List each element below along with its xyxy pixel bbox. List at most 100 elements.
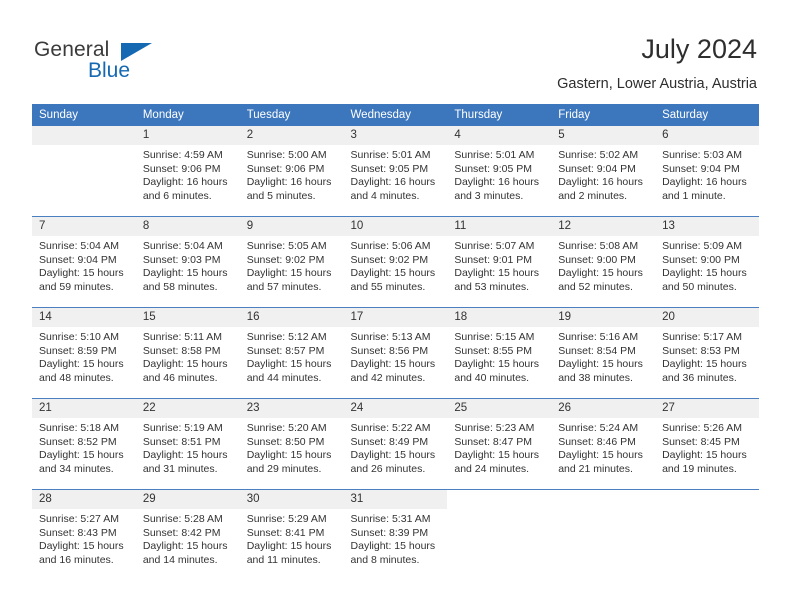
calendar-day-cell[interactable]: 10 Sunrise: 5:06 AM Sunset: 9:02 PM Dayligh… xyxy=(343,216,448,308)
calendar-day-cell[interactable]: 8 Sunrise: 5:04 AM Sunset: 9:03 PM Daylight… xyxy=(135,216,240,308)
daylight-text: Daylight: 15 hours and 38 minutes. xyxy=(558,358,643,384)
general-blue-logo[interactable]: General Blue xyxy=(34,38,214,90)
day-sun-info: Sunrise: 5:18 AM Sunset: 8:52 PM Daylight:… xyxy=(32,418,136,476)
calendar-header-row: Sunday Monday Tuesday Wednesday Thursday Frid… xyxy=(32,104,759,126)
day-number: 15 xyxy=(135,308,240,327)
logo-text-blue: Blue xyxy=(88,59,131,82)
calendar-day-cell[interactable]: 24 Sunrise: 5:22 AM Sunset: 8:49 PM Dayligh… xyxy=(343,398,448,490)
calendar-day-cell[interactable]: 22 Sunrise: 5:19 AM Sunset: 8:51 PM Dayligh… xyxy=(135,398,240,490)
day-sun-info: Sunrise: 5:23 AM Sunset: 8:47 PM Daylight:… xyxy=(447,418,551,476)
day-sun-info: Sunrise: 5:01 AM Sunset: 9:05 PM Daylight:… xyxy=(344,145,448,203)
sunrise-text: Sunrise: 5:19 AM xyxy=(142,422,223,434)
calendar-day-cell[interactable]: 14 Sunrise: 5:10 AM Sunset: 8:59 PM Dayligh… xyxy=(32,307,136,399)
calendar-day-cell[interactable]: 2 Sunrise: 5:00 AM Sunset: 9:06 PM Daylight… xyxy=(239,126,344,217)
daylight-text: Daylight: 15 hours and 8 minutes. xyxy=(350,540,436,566)
daylight-text: Daylight: 15 hours and 34 minutes. xyxy=(39,449,124,475)
sunrise-text: Sunrise: 5:17 AM xyxy=(662,331,743,343)
sunrise-text: Sunrise: 5:12 AM xyxy=(246,331,327,343)
calendar-day-cell[interactable]: 26 Sunrise: 5:24 AM Sunset: 8:46 PM Dayligh… xyxy=(551,398,656,490)
sunrise-text: Sunrise: 5:23 AM xyxy=(454,422,535,434)
calendar-day-cell[interactable]: 12 Sunrise: 5:08 AM Sunset: 9:00 PM Dayligh… xyxy=(551,216,656,308)
daylight-text: Daylight: 15 hours and 52 minutes. xyxy=(558,267,643,293)
calendar-day-cell[interactable]: 28 Sunrise: 5:27 AM Sunset: 8:43 PM Dayligh… xyxy=(32,489,136,580)
sunrise-text: Sunrise: 5:27 AM xyxy=(39,513,119,525)
daylight-text: Daylight: 15 hours and 36 minutes. xyxy=(662,358,747,384)
sunset-text: Sunset: 8:51 PM xyxy=(142,435,221,448)
sunrise-text: Sunrise: 5:10 AM xyxy=(39,331,119,343)
daylight-text: Daylight: 16 hours and 2 minutes. xyxy=(558,176,643,202)
sunrise-text: Sunrise: 5:01 AM xyxy=(350,149,431,161)
calendar-day-cell[interactable]: 17 Sunrise: 5:13 AM Sunset: 8:56 PM Dayligh… xyxy=(343,307,448,399)
sunset-text: Sunset: 8:50 PM xyxy=(246,435,325,448)
sunset-text: Sunset: 9:06 PM xyxy=(142,162,221,175)
day-sun-info: Sunrise: 5:24 AM Sunset: 8:46 PM Daylight:… xyxy=(551,418,655,476)
calendar-day-cell[interactable]: 27 Sunrise: 5:26 AM Sunset: 8:45 PM Dayligh… xyxy=(655,398,759,490)
calendar-empty-cell xyxy=(447,489,552,580)
calendar-day-cell[interactable]: 16 Sunrise: 5:12 AM Sunset: 8:57 PM Dayligh… xyxy=(239,307,344,399)
daylight-text: Daylight: 15 hours and 11 minutes. xyxy=(246,540,332,566)
day-number: 13 xyxy=(655,217,759,236)
calendar-table: Sunday Monday Tuesday Wednesday Thursday Frid… xyxy=(32,104,759,580)
day-sun-info: Sunrise: 5:13 AM Sunset: 8:56 PM Daylight:… xyxy=(344,327,448,385)
daylight-text: Daylight: 15 hours and 31 minutes. xyxy=(142,449,228,475)
calendar-empty-cell xyxy=(32,126,136,217)
calendar-day-cell[interactable]: 6 Sunrise: 5:03 AM Sunset: 9:04 PM Daylight… xyxy=(655,126,759,217)
day-sun-info: Sunrise: 5:16 AM Sunset: 8:54 PM Daylight:… xyxy=(551,327,655,385)
sunrise-text: Sunrise: 5:02 AM xyxy=(558,149,639,161)
day-number: 4 xyxy=(447,126,552,145)
day-number: 7 xyxy=(32,217,136,236)
calendar-day-cell[interactable]: 29 Sunrise: 5:28 AM Sunset: 8:42 PM Dayligh… xyxy=(135,489,240,580)
sunset-text: Sunset: 8:42 PM xyxy=(142,526,221,539)
sunrise-text: Sunrise: 5:15 AM xyxy=(454,331,535,343)
day-number: 18 xyxy=(447,308,552,327)
day-number: 5 xyxy=(551,126,656,145)
sunset-text: Sunset: 9:04 PM xyxy=(558,162,636,175)
calendar-day-cell[interactable]: 25 Sunrise: 5:23 AM Sunset: 8:47 PM Dayligh… xyxy=(447,398,552,490)
calendar-day-cell[interactable]: 4 Sunrise: 5:01 AM Sunset: 9:05 PM Daylight… xyxy=(447,126,552,217)
daylight-text: Daylight: 15 hours and 19 minutes. xyxy=(662,449,747,475)
weekday-header-friday: Friday xyxy=(551,104,656,126)
calendar-day-cell[interactable]: 13 Sunrise: 5:09 AM Sunset: 9:00 PM Dayligh… xyxy=(655,216,759,308)
sunset-text: Sunset: 9:04 PM xyxy=(662,162,740,175)
day-number xyxy=(447,490,552,509)
sunrise-text: Sunrise: 5:31 AM xyxy=(350,513,431,525)
calendar-empty-cell xyxy=(551,489,656,580)
sunrise-text: Sunrise: 5:04 AM xyxy=(142,240,223,252)
calendar-day-cell[interactable]: 30 Sunrise: 5:29 AM Sunset: 8:41 PM Dayligh… xyxy=(239,489,344,580)
calendar-day-cell[interactable]: 21 Sunrise: 5:18 AM Sunset: 8:52 PM Dayligh… xyxy=(32,398,136,490)
sunset-text: Sunset: 9:00 PM xyxy=(662,253,740,266)
sunset-text: Sunset: 9:06 PM xyxy=(246,162,325,175)
calendar-day-cell[interactable]: 11 Sunrise: 5:07 AM Sunset: 9:01 PM Dayligh… xyxy=(447,216,552,308)
day-number: 11 xyxy=(447,217,552,236)
sunset-text: Sunset: 9:02 PM xyxy=(246,253,325,266)
calendar-day-cell[interactable]: 15 Sunrise: 5:11 AM Sunset: 8:58 PM Dayligh… xyxy=(135,307,240,399)
weekday-header-wednesday: Wednesday xyxy=(343,104,448,126)
daylight-text: Daylight: 15 hours and 40 minutes. xyxy=(454,358,540,384)
calendar-day-cell[interactable]: 9 Sunrise: 5:05 AM Sunset: 9:02 PM Daylight… xyxy=(239,216,344,308)
sunrise-text: Sunrise: 5:22 AM xyxy=(350,422,431,434)
sunset-text: Sunset: 9:02 PM xyxy=(350,253,429,266)
daylight-text: Daylight: 15 hours and 59 minutes. xyxy=(39,267,124,293)
day-number: 3 xyxy=(343,126,448,145)
day-sun-info: Sunrise: 5:26 AM Sunset: 8:45 PM Daylight:… xyxy=(655,418,759,476)
day-number: 25 xyxy=(447,399,552,418)
day-number: 10 xyxy=(343,217,448,236)
calendar-day-cell[interactable]: 1 Sunrise: 4:59 AM Sunset: 9:06 PM Daylight… xyxy=(135,126,240,217)
calendar-empty-cell xyxy=(655,489,759,580)
calendar-body: 1 Sunrise: 4:59 AM Sunset: 9:06 PM Daylight… xyxy=(32,126,759,580)
day-number: 6 xyxy=(655,126,759,145)
calendar-day-cell[interactable]: 20 Sunrise: 5:17 AM Sunset: 8:53 PM Dayligh… xyxy=(655,307,759,399)
day-number: 14 xyxy=(32,308,136,327)
calendar-day-cell[interactable]: 18 Sunrise: 5:15 AM Sunset: 8:55 PM Dayligh… xyxy=(447,307,552,399)
calendar-day-cell[interactable]: 23 Sunrise: 5:20 AM Sunset: 8:50 PM Dayligh… xyxy=(239,398,344,490)
calendar-day-cell[interactable]: 3 Sunrise: 5:01 AM Sunset: 9:05 PM Daylight… xyxy=(343,126,448,217)
calendar-day-cell[interactable]: 7 Sunrise: 5:04 AM Sunset: 9:04 PM Daylight… xyxy=(32,216,136,308)
sunset-text: Sunset: 8:54 PM xyxy=(558,344,636,357)
calendar-page: General Blue July 2024 Gastern, Lower Au… xyxy=(0,0,792,612)
day-sun-info: Sunrise: 5:07 AM Sunset: 9:01 PM Daylight:… xyxy=(447,236,551,294)
calendar-day-cell[interactable]: 31 Sunrise: 5:31 AM Sunset: 8:39 PM Dayligh… xyxy=(343,489,448,580)
sunrise-text: Sunrise: 5:08 AM xyxy=(558,240,639,252)
calendar-day-cell[interactable]: 5 Sunrise: 5:02 AM Sunset: 9:04 PM Daylight… xyxy=(551,126,656,217)
calendar-day-cell[interactable]: 19 Sunrise: 5:16 AM Sunset: 8:54 PM Dayligh… xyxy=(551,307,656,399)
sunset-text: Sunset: 9:01 PM xyxy=(454,253,533,266)
